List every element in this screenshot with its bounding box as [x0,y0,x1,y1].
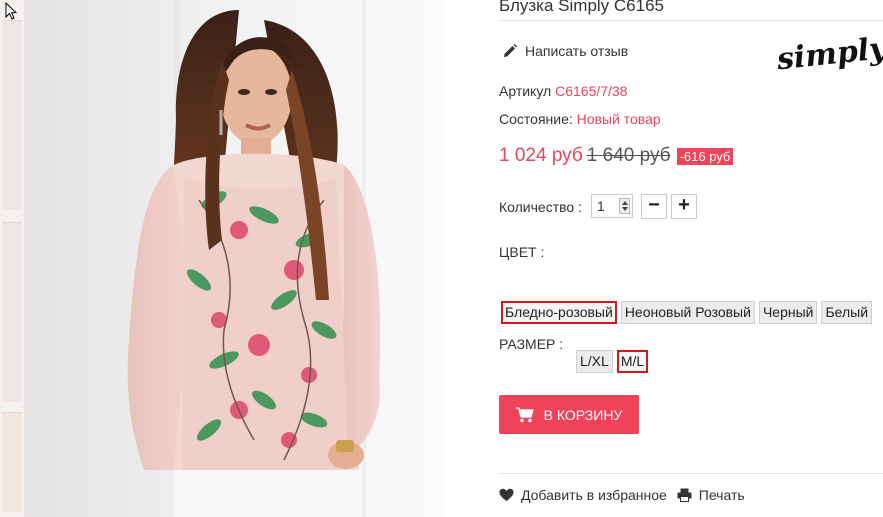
print-label: Печать [698,487,745,503]
size-option-m-l[interactable]: M/L [616,350,649,373]
size-label: РАЗМЕР : [499,336,564,352]
divider [499,473,883,474]
color-option-white[interactable]: Белый [821,301,873,324]
add-to-cart-label: В КОРЗИНУ [543,406,623,423]
condition-value: Новый товар [576,111,661,127]
size-options: L/XL M/L [576,350,649,373]
price-row: 1 024 руб 1 640 руб -616 руб [499,145,734,167]
product-info-panel: Блузка Simply C6165 Написать отзыв simpl… [499,0,883,517]
bottom-actions: Добавить в избранное Печать [499,487,755,503]
condition-row: Состояние: Новый товар [499,111,661,127]
product-page: Блузка Simply C6165 Написать отзыв simpl… [0,0,883,517]
brand-logo[interactable]: simply [775,30,883,82]
color-label: ЦВЕТ : [499,244,545,260]
quantity-plus-button[interactable]: + [671,194,697,219]
sku-label: Артикул [499,83,552,99]
quantity-label: Количество : [499,199,582,215]
divider [499,20,883,21]
size-option-l-xl[interactable]: L/XL [576,350,613,373]
write-review-link[interactable]: Написать отзыв [503,43,628,59]
price-current: 1 024 руб [499,145,583,166]
color-options: Бледно-розовый Неоновый Розовый Черный Б… [501,301,873,324]
sku-value: C6165/7/38 [555,83,628,99]
mouse-cursor-icon [5,2,18,20]
thumbnail[interactable] [2,412,22,512]
brand-logo-text: simply [775,31,883,78]
quantity-spinner-icon[interactable] [619,198,630,214]
write-review-label: Написать отзыв [525,43,629,59]
cart-icon [515,406,534,422]
color-option-pale-pink[interactable]: Бледно-розовый [501,301,617,324]
quantity-value: 1 [597,198,605,214]
thumbnail[interactable] [2,20,22,210]
product-photo[interactable] [24,0,444,517]
wishlist-label: Добавить в избранное [521,487,667,503]
pencil-icon [504,44,517,57]
add-to-wishlist-link[interactable]: Добавить в избранное [499,487,667,503]
sku-row: Артикул C6165/7/38 [499,83,628,99]
add-to-cart-button[interactable]: В КОРЗИНУ [499,395,639,434]
quantity-minus-button[interactable]: − [641,194,667,219]
color-option-black[interactable]: Черный [758,301,818,324]
discount-badge: -616 руб [676,147,734,165]
heart-icon [499,488,514,501]
condition-label: Состояние: [499,111,573,127]
price-old: 1 640 руб [586,145,671,166]
thumbnail[interactable] [2,222,22,402]
quantity-input[interactable]: 1 [591,194,633,218]
printer-icon [677,488,692,502]
product-title: Блузка Simply C6165 [499,0,664,15]
print-link[interactable]: Печать [677,487,745,503]
color-option-neon-pink[interactable]: Неоновый Розовый [620,301,755,324]
left-thumbnail-strip [0,0,24,517]
